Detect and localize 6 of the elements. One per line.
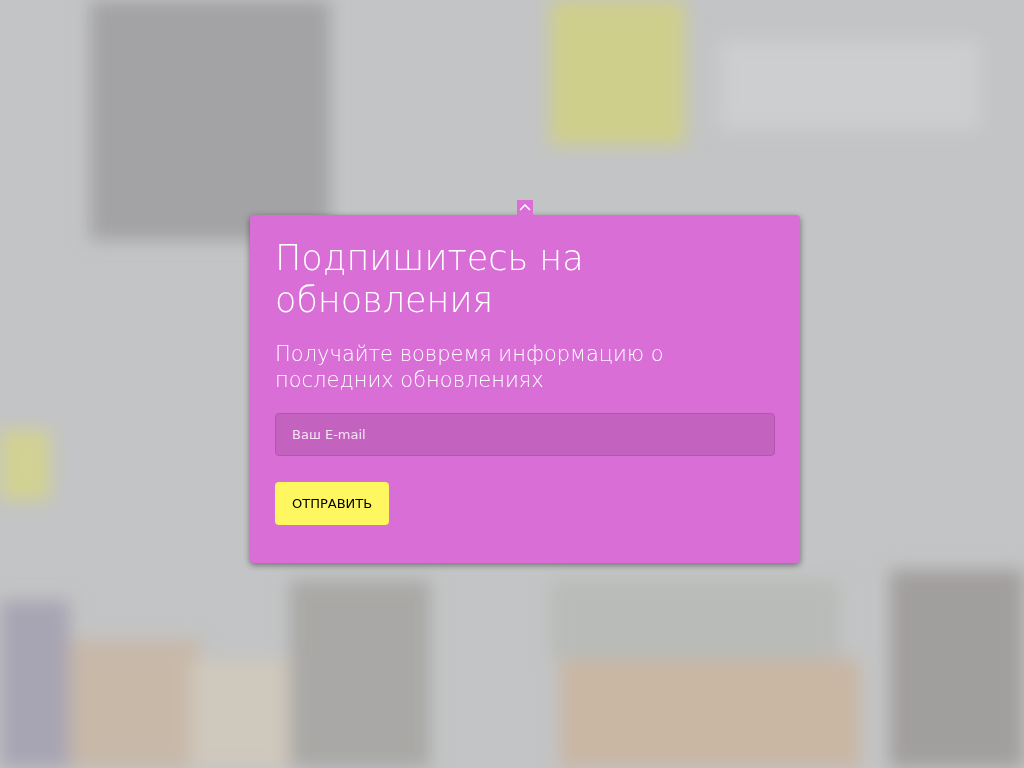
email-field[interactable]: Ваш E-mail bbox=[275, 413, 775, 456]
collapse-button[interactable] bbox=[517, 200, 533, 215]
popup-title: Подпишитесь на обновления bbox=[275, 237, 585, 321]
submit-button[interactable]: ОТПРАВИТЬ bbox=[275, 482, 390, 525]
chevron-up-icon bbox=[519, 204, 531, 211]
popup-subtitle: Получайте вовремя информацию о последних обновлениях bbox=[275, 341, 665, 393]
